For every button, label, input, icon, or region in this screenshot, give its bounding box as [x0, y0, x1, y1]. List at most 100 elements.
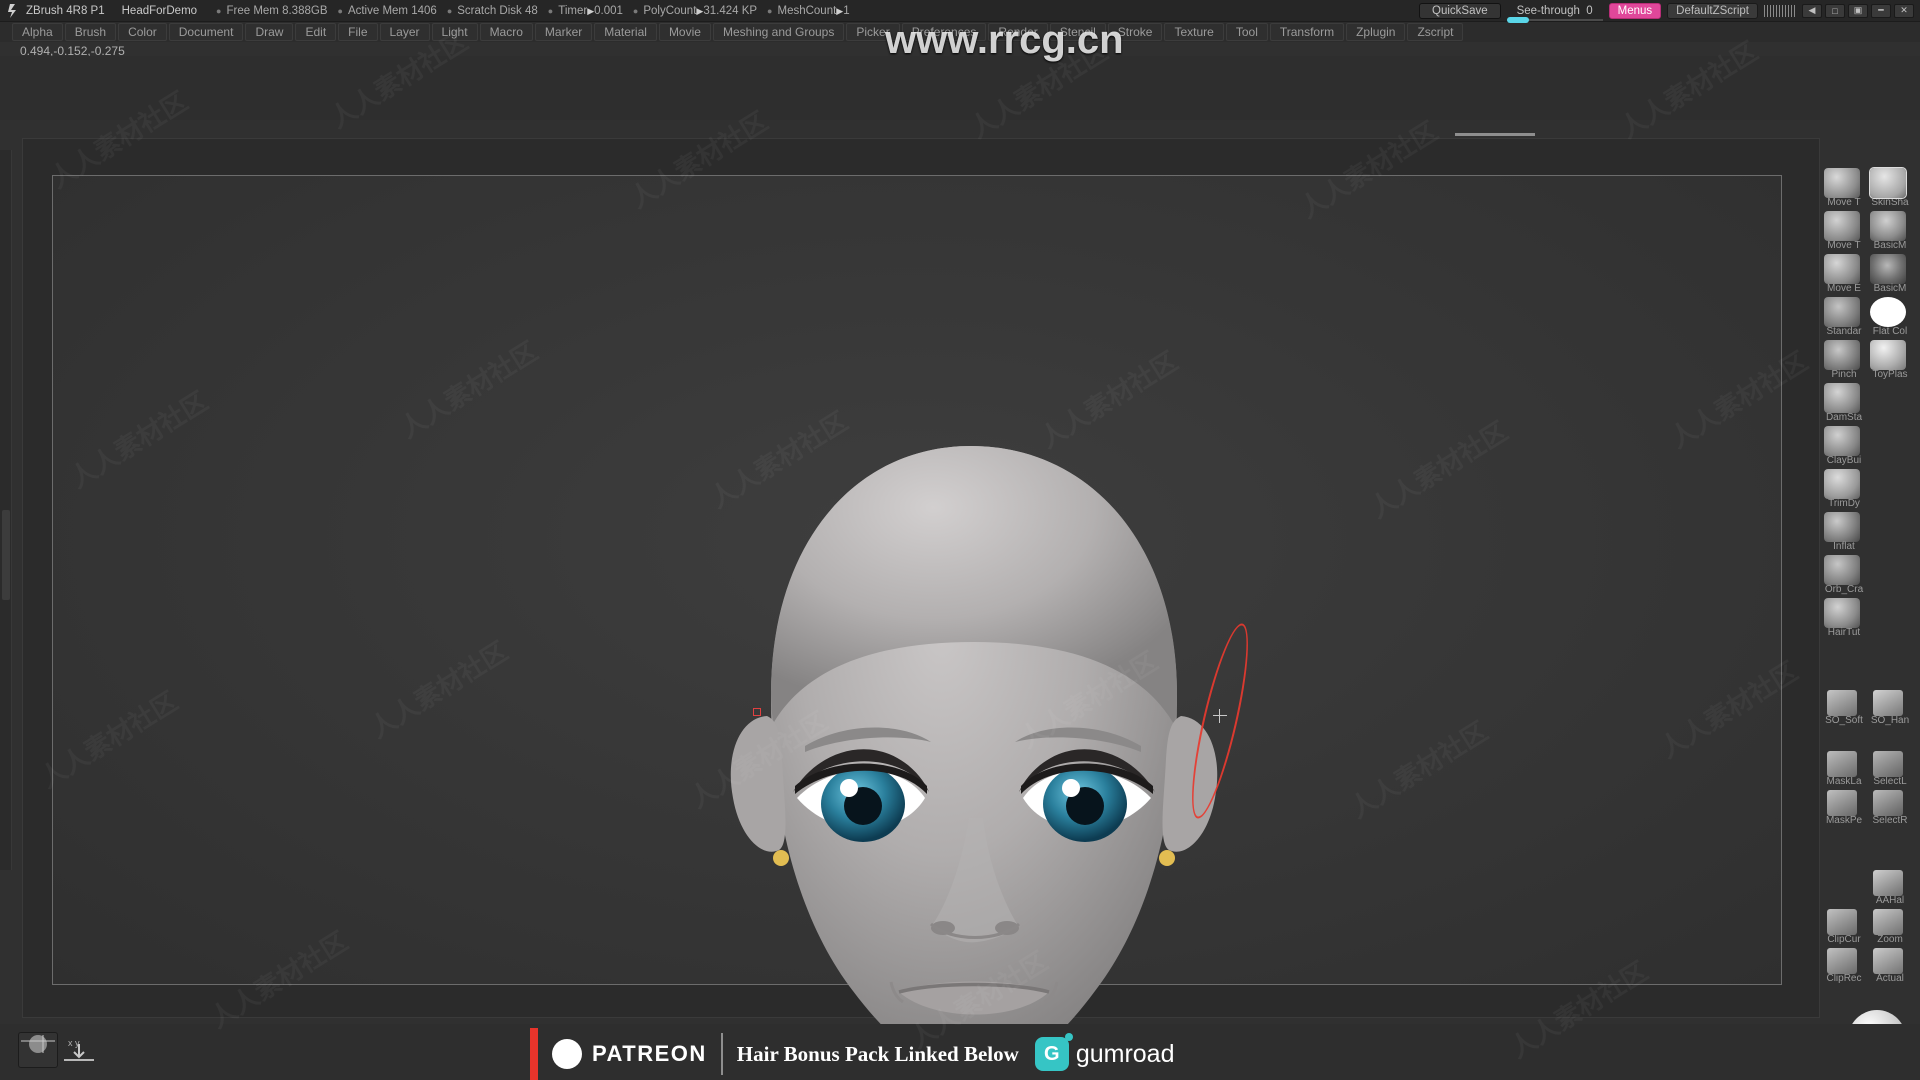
see-through-slider[interactable]: See-through 0 [1506, 4, 1603, 23]
quicksave-button[interactable]: QuickSave [1419, 2, 1501, 19]
minimize-icon[interactable]: ━ [1871, 3, 1891, 18]
menu-item-tool[interactable]: Tool [1225, 23, 1268, 41]
zbrush-application-window: ZBrush 4R8 P1 HeadForDemo ● Free Mem 8.3… [0, 0, 1920, 1080]
restore-icon[interactable]: □ [1825, 3, 1845, 18]
stat-meshcount: MeshCount▶1 [777, 4, 850, 17]
cliprect-icon[interactable]: ClipRec [1820, 948, 1864, 984]
brush-row: Move T SkinSha [1818, 167, 1920, 211]
brush-row: Move E BasicM [1818, 254, 1920, 297]
brush-standard-icon[interactable]: Standar [1820, 297, 1864, 337]
close-icon[interactable]: ✕ [1894, 3, 1914, 18]
stat-dot: ● [767, 5, 773, 16]
title-bar-right-group: QuickSave See-through 0 Menus DefaultZSc… [1419, 2, 1920, 23]
see-through-label: See-through 0 [1516, 4, 1593, 17]
select-rect-icon[interactable]: SelectR [1866, 790, 1910, 826]
mask-lasso-icon[interactable]: MaskLa [1820, 751, 1864, 787]
material-toyplastic-icon[interactable]: ToyPlas [1866, 340, 1910, 380]
brush-row: ClayBui [1818, 426, 1920, 469]
menus-button[interactable]: Menus [1608, 2, 1662, 19]
menu-item-layer[interactable]: Layer [379, 23, 430, 41]
floor-grid-icon[interactable]: x y [62, 1036, 96, 1066]
menu-item-edit[interactable]: Edit [295, 23, 337, 41]
menu-item-document[interactable]: Document [168, 23, 244, 41]
right-stroke-shelf: SO_Soft SO_Han MaskLa SelectL MaskPe Sel… [1818, 690, 1918, 829]
mask-row-2: MaskPe SelectR [1818, 790, 1918, 829]
stat-dot: ● [547, 5, 554, 16]
left-tray-scrollbar[interactable] [2, 510, 10, 600]
clipcurve-icon[interactable]: ClipCur [1820, 909, 1864, 945]
brush-inflate-icon[interactable]: Inflat [1820, 512, 1864, 552]
stroke-row: SO_Soft SO_Han [1818, 690, 1918, 729]
document-canvas[interactable] [52, 175, 1782, 1080]
stat-scratch-disk: Scratch Disk 48 [457, 4, 538, 17]
patreon-label: PATREON [592, 1041, 707, 1066]
gumroad-logo-icon: G [1034, 1033, 1073, 1071]
brush-crosshair-icon [1213, 709, 1227, 723]
spivot-icon[interactable] [18, 1032, 58, 1068]
menu-item-material[interactable]: Material [594, 23, 657, 41]
maximize-icon[interactable]: ▣ [1848, 3, 1868, 18]
view-row: AAHal [1818, 870, 1918, 909]
menu-item-macro[interactable]: Macro [479, 23, 533, 41]
menu-item-brush[interactable]: Brush [64, 23, 117, 41]
stat-free-mem: Free Mem 8.388GB [226, 4, 328, 17]
brush-move-topological-2-icon[interactable]: Move T [1820, 211, 1864, 251]
stat-dot: ● [337, 5, 343, 16]
banner-message: Hair Bonus Pack Linked Below [736, 1041, 1019, 1066]
promo-banner: PATREON Hair Bonus Pack Linked Below G g… [530, 1028, 1360, 1080]
mask-marker-square [753, 708, 761, 716]
menu-item-draw[interactable]: Draw [245, 23, 294, 41]
menu-item-light[interactable]: Light [431, 23, 478, 41]
expand-icon[interactable]: ◀ [1802, 3, 1822, 18]
brush-row: Orb_Cra [1818, 555, 1920, 598]
zoom-icon[interactable]: Zoom [1866, 909, 1910, 945]
stroke-so-soft-icon[interactable]: SO_Soft [1820, 690, 1864, 726]
see-through-knob[interactable] [1506, 16, 1529, 23]
zbrush-logo-icon [4, 2, 22, 20]
actualsize-icon[interactable]: Actual [1866, 948, 1910, 984]
brush-orb-cracks-icon[interactable]: Orb_Cra [1820, 555, 1864, 595]
aahalf-icon[interactable]: AAHal [1866, 870, 1910, 906]
brush-claybuildup-icon[interactable]: ClayBui [1820, 426, 1864, 466]
brush-damstandard-icon[interactable]: DamSta [1820, 383, 1864, 423]
right-view-shelf: AAHal ClipCur Zoom ClipRec Actual [1818, 870, 1918, 987]
mask-row: MaskLa SelectL [1818, 751, 1918, 790]
gumroad-label: gumroad [1075, 1039, 1175, 1068]
menu-item-movie[interactable]: Movie [658, 23, 711, 41]
menu-item-meshing-and-groups[interactable]: Meshing and Groups [712, 23, 845, 41]
material-basicmaterial-icon[interactable]: BasicM [1866, 211, 1910, 251]
banner-red-accent [530, 1028, 538, 1080]
material-flatcolor-icon[interactable]: Flat Col [1866, 297, 1910, 337]
brush-move-elastic-icon[interactable]: Move E [1820, 254, 1864, 294]
main-shelf [0, 56, 1920, 120]
brush-row: TrimDy [1818, 469, 1920, 512]
stroke-so-hand-icon[interactable]: SO_Han [1866, 690, 1910, 726]
mask-pen-icon[interactable]: MaskPe [1820, 790, 1864, 826]
right-brush-shelf: Move T SkinSha Move T BasicM Move E Basi… [1818, 167, 1920, 641]
stylized-female-head-model [730, 446, 1218, 1080]
menu-item-file[interactable]: File [338, 23, 378, 41]
drag-grip-icon[interactable] [1764, 4, 1796, 17]
default-zscript-button[interactable]: DefaultZScript [1667, 2, 1758, 19]
menu-item-zscript[interactable]: Zscript [1407, 23, 1464, 41]
left-tray-edge [0, 150, 12, 870]
banner-divider [720, 1033, 723, 1075]
brush-trimdynamic-icon[interactable]: TrimDy [1820, 469, 1864, 509]
menu-item-texture[interactable]: Texture [1164, 23, 1224, 41]
watermark-url: www.rrcg.cn [885, 18, 1124, 62]
brush-hairtut-icon[interactable]: HairTut [1820, 598, 1864, 638]
menu-item-marker[interactable]: Marker [534, 23, 593, 41]
material-basicmaterial2-icon[interactable]: BasicM [1866, 254, 1910, 294]
select-lasso-icon[interactable]: SelectL [1866, 751, 1910, 787]
stat-polycount: PolyCount▶31.424 KP [643, 4, 758, 17]
menu-item-color[interactable]: Color [118, 23, 167, 41]
spix-track[interactable] [1455, 133, 1535, 136]
brush-pinch-icon[interactable]: Pinch [1820, 340, 1864, 380]
material-skinshade-icon[interactable]: SkinSha [1866, 167, 1910, 208]
view-row: ClipCur Zoom [1818, 909, 1918, 948]
menu-item-transform[interactable]: Transform [1269, 23, 1345, 41]
menu-item-alpha[interactable]: Alpha [12, 23, 63, 41]
brush-row: Pinch ToyPlas [1818, 340, 1920, 383]
brush-move-topological-icon[interactable]: Move T [1820, 168, 1864, 208]
menu-item-zplugin[interactable]: Zplugin [1346, 23, 1406, 41]
